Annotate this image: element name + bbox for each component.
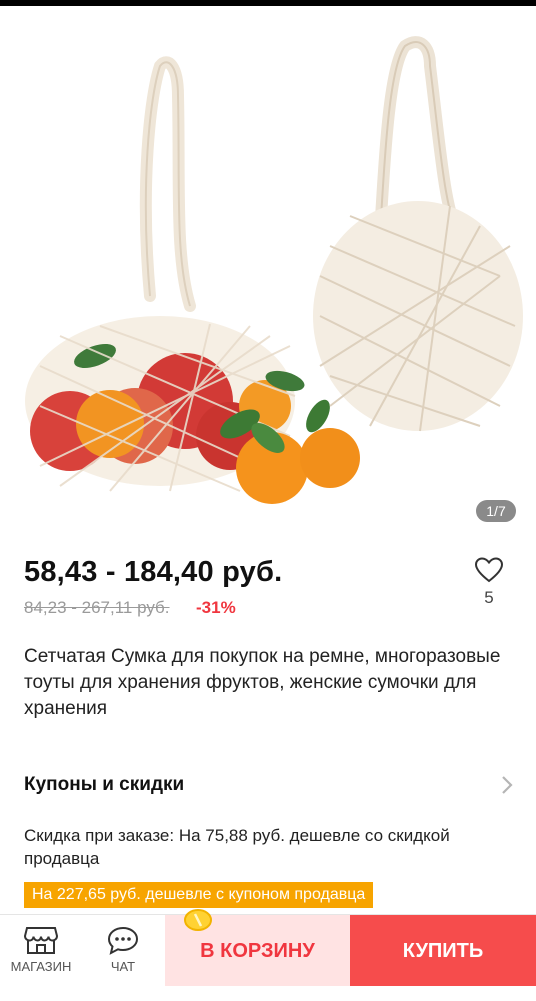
wishlist-count: 5	[484, 588, 494, 607]
heart-icon	[474, 557, 504, 583]
chat-icon	[107, 926, 139, 955]
seller-coupon-banner[interactable]: На 227,65 руб. дешевле с купоном продавц…	[24, 882, 374, 908]
coupons-title: Купоны и скидки	[24, 774, 185, 795]
product-image-gallery[interactable]: 1/7	[0, 6, 536, 528]
product-photo	[25, 36, 523, 504]
coupons-and-discounts-row[interactable]: Купоны и скидки	[0, 768, 536, 808]
product-title: Сетчатая Сумка для покупок на ремне, мно…	[24, 646, 501, 719]
price-range: 58,43 - 184,40 руб.	[24, 556, 283, 588]
wishlist-button[interactable]: 5	[466, 556, 512, 608]
buy-now-button[interactable]: КУПИТЬ	[350, 915, 536, 987]
store-label: МАГАЗИН	[10, 959, 72, 974]
store-icon	[24, 927, 58, 954]
image-page-counter: 1/7	[476, 500, 516, 522]
system-nav-area	[0, 986, 536, 1000]
store-button[interactable]: МАГАЗИН	[0, 915, 82, 987]
chat-button[interactable]: ЧАТ	[82, 915, 164, 987]
order-discount-text: Скидка при заказе: На 75,88 руб. дешевле…	[24, 826, 450, 868]
chevron-right-icon	[502, 776, 513, 794]
chat-label: ЧАТ	[110, 959, 136, 974]
discount-badge: -31%	[196, 598, 236, 617]
old-price-range: 84,23 - 267,11 руб.	[24, 598, 170, 617]
coin-icon	[184, 909, 212, 931]
